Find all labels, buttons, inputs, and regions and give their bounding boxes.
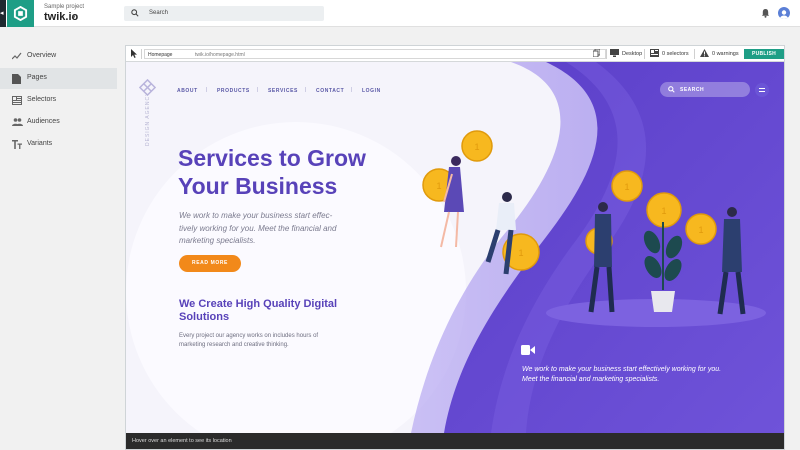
hamburger-menu-icon[interactable] — [755, 83, 769, 97]
chevron-left-icon: ◂ — [0, 10, 4, 17]
editor-toolbar: Homepage twik.io/homepage.html Desktop 0… — [126, 46, 784, 62]
bell-icon[interactable] — [761, 8, 770, 18]
svg-text:1: 1 — [474, 142, 479, 152]
user-icon — [780, 10, 788, 19]
svg-text:1: 1 — [436, 181, 441, 191]
selectors-count[interactable]: 0 selectors — [650, 48, 696, 60]
divider — [606, 49, 607, 59]
search-placeholder: Search — [149, 10, 169, 16]
svg-text:1: 1 — [698, 225, 703, 235]
status-bar: Hover over an element to see its locatio… — [126, 433, 784, 449]
sidebar: Overview Pages Selectors Audiences Varia… — [0, 27, 117, 450]
device-label: Desktop — [622, 51, 643, 57]
warnings-label: 0 warnings — [712, 51, 739, 57]
divider — [141, 49, 142, 59]
sidebar-item-pages[interactable]: Pages — [0, 68, 117, 89]
video-camera-icon[interactable] — [521, 345, 535, 355]
text-variant-icon — [12, 140, 22, 149]
nav-contact[interactable]: CONTACT — [316, 88, 344, 94]
site-search-label: SEARCH — [680, 87, 705, 93]
selectors-icon — [650, 49, 659, 57]
nav-separator: | — [351, 87, 353, 93]
project-dropdown-icon[interactable]: ▾ — [72, 13, 76, 21]
divider — [644, 49, 645, 59]
nav-services[interactable]: SERVICES — [268, 88, 298, 94]
publish-button[interactable]: PUBLISH — [744, 49, 784, 59]
trending-icon — [12, 52, 22, 60]
warning-icon — [700, 49, 709, 57]
brand-vertical-text: DESIGN AGENCY — [145, 91, 151, 146]
nav-separator: | — [257, 87, 259, 93]
sidebar-item-label: Variants — [27, 140, 53, 147]
sidebar-item-label: Audiences — [27, 118, 60, 125]
sidebar-item-selectors[interactable]: Selectors — [0, 90, 117, 111]
sidebar-item-variants[interactable]: Variants — [0, 134, 117, 155]
hero-description: We work to make your business start effe… — [179, 211, 337, 245]
svg-text:1: 1 — [624, 182, 629, 192]
nav-about[interactable]: ABOUT — [177, 88, 198, 94]
section-title: We Create High Quality Digital Solutions — [179, 298, 338, 323]
warnings-count[interactable]: 0 warnings — [700, 48, 740, 60]
nav-login[interactable]: LOGIN — [362, 88, 381, 94]
section-description: Every project our agency works on includ… — [179, 333, 319, 348]
svg-text:1: 1 — [661, 206, 666, 216]
editor-frame: Homepage twik.io/homepage.html Desktop 0… — [125, 45, 785, 450]
nav-separator: | — [206, 87, 208, 93]
page-name: Homepage — [148, 52, 173, 58]
page-url-bar[interactable]: Homepage twik.io/homepage.html — [144, 49, 606, 59]
status-hint: Hover over an element to see its locatio… — [132, 438, 232, 444]
search-icon — [131, 9, 139, 17]
page-icon — [12, 74, 21, 84]
page-url: twik.io/homepage.html — [195, 52, 245, 58]
project-subtitle: Sample project — [44, 4, 85, 10]
app-logo[interactable] — [7, 0, 34, 27]
people-icon — [12, 118, 23, 126]
back-button[interactable]: ◂ — [0, 0, 6, 27]
divider — [694, 49, 695, 59]
site-search-input[interactable]: SEARCH — [660, 82, 750, 97]
cursor-icon[interactable] — [131, 49, 138, 58]
hero-title: Services to Grow Your Business — [178, 145, 366, 199]
search-input[interactable]: Search — [124, 6, 324, 21]
svg-text:1: 1 — [518, 248, 523, 258]
search-icon — [668, 86, 675, 93]
read-more-button[interactable]: READ MORE — [179, 255, 241, 272]
sidebar-item-audiences[interactable]: Audiences — [0, 112, 117, 133]
sidebar-item-label: Overview — [27, 52, 57, 59]
selectors-icon — [12, 96, 22, 105]
hexagon-logo-icon — [13, 6, 28, 21]
top-bar: ◂ Sample project twik.io ▾ Search — [0, 0, 800, 27]
right-description: We work to make your business start effe… — [522, 366, 722, 383]
nav-products[interactable]: PRODUCTS — [217, 88, 250, 94]
desktop-icon — [610, 49, 619, 57]
nav-separator: | — [305, 87, 307, 93]
avatar[interactable] — [778, 7, 790, 19]
site-preview[interactable]: 1 1 1 1 1 1 DESIGN AGENCY ABOUT | PRODUCTS |… — [126, 62, 784, 433]
selectors-label: 0 selectors — [662, 51, 689, 57]
copy-icon[interactable] — [593, 49, 600, 57]
sidebar-item-label: Pages — [27, 74, 47, 81]
sidebar-item-label: Selectors — [27, 96, 57, 103]
sidebar-item-overview[interactable]: Overview — [0, 46, 117, 67]
